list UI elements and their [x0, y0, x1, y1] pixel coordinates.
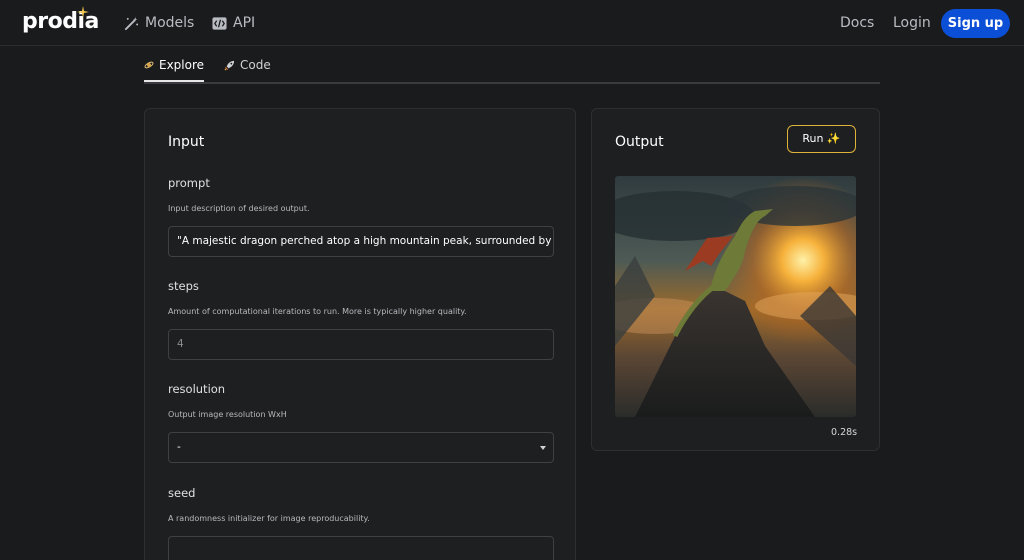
tab-bar: Explore Code [144, 46, 880, 84]
generated-image [615, 176, 856, 417]
prompt-label: prompt [168, 176, 210, 190]
seed-input[interactable] [168, 536, 554, 560]
top-navbar: prodia Models API Docs Login Sign up [0, 0, 1024, 46]
nav-api-link[interactable]: API [212, 15, 255, 31]
resolution-select[interactable]: - [168, 432, 554, 463]
chevron-down-icon [540, 446, 546, 450]
nav-api-label: API [233, 15, 256, 31]
resolution-description: Output image resolution WxH [168, 410, 287, 419]
resolution-select-value: - [177, 441, 181, 453]
tab-explore[interactable]: Explore [144, 52, 204, 78]
dragon-image [615, 176, 856, 417]
tab-explore-label: Explore [159, 58, 205, 72]
steps-input[interactable]: 4 [168, 329, 554, 360]
rocket-icon [224, 60, 235, 71]
output-panel-title: Output [615, 134, 664, 150]
seed-description: A randomness initializer for image repro… [168, 514, 370, 523]
prompt-description: Input description of desired output. [168, 204, 310, 213]
code-icon [212, 16, 227, 30]
resolution-label: resolution [168, 382, 226, 396]
input-panel-title: Input [168, 134, 205, 150]
tab-code-label: Code [240, 58, 271, 72]
tab-code[interactable]: Code [224, 52, 271, 78]
magic-wand-icon [124, 16, 139, 30]
steps-description: Amount of computational iterations to ru… [168, 307, 467, 316]
nav-docs-link[interactable]: Docs [840, 15, 874, 31]
prompt-input[interactable]: "A majestic dragon perched atop a high m… [168, 226, 554, 257]
steps-label: steps [168, 279, 199, 293]
generation-time: 0.28s [831, 427, 858, 438]
seed-label: seed [168, 486, 196, 500]
sparkle-icon [77, 6, 89, 18]
active-tab-indicator [144, 80, 204, 82]
nav-models-label: Models [145, 15, 195, 31]
signup-button[interactable]: Sign up [941, 9, 1010, 38]
output-panel: Output Run ✨ 0.28s [591, 108, 880, 451]
run-button[interactable]: Run ✨ [787, 125, 856, 153]
input-panel: Input prompt Input description of desire… [144, 108, 576, 560]
nav-login-link[interactable]: Login [893, 15, 931, 31]
nav-models-link[interactable]: Models [124, 15, 194, 31]
orbit-icon [144, 61, 154, 69]
